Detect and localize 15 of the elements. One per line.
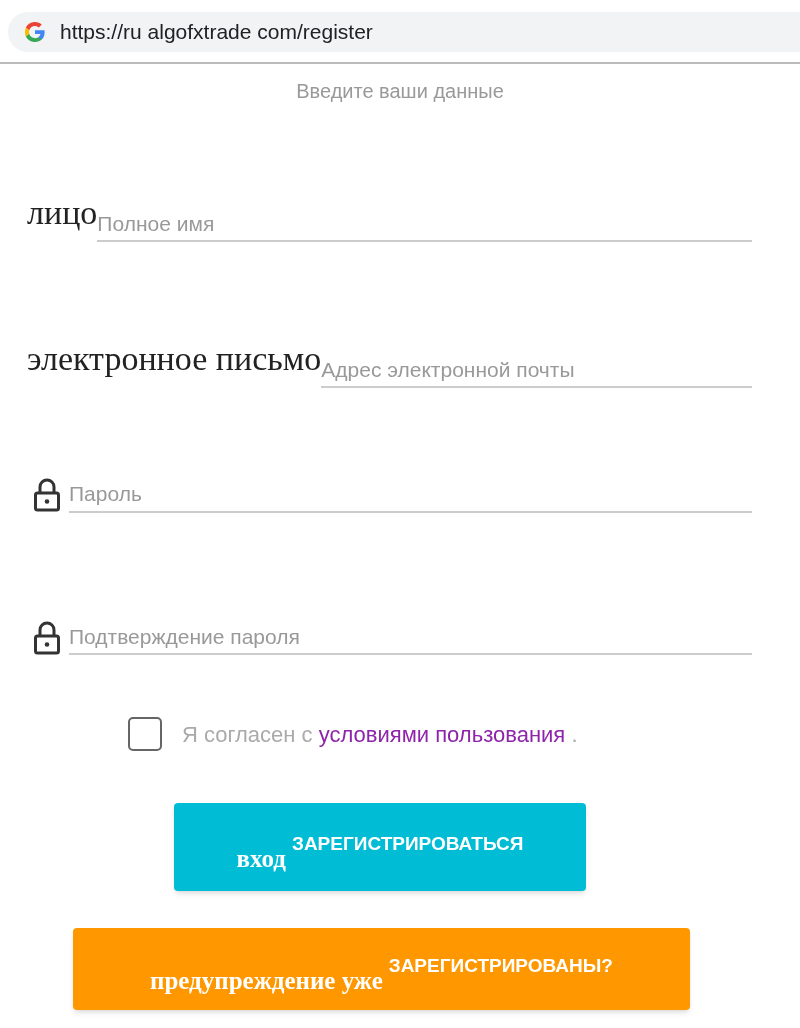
checkbox[interactable] [128,717,162,751]
google-icon [24,21,46,43]
field-label: электронное письмо [27,342,322,376]
lock-icon [33,620,61,655]
terms-text: Я согласен с условиями пользования . [182,720,578,749]
address-bar[interactable]: https://ru algofxtrade com/register [8,12,800,52]
input-field[interactable]: Полное имя [97,207,752,242]
input-field[interactable]: Адрес электронной почты [321,353,752,388]
subtitle: Введите ваши данные [296,79,504,104]
input-field[interactable]: Пароль [69,478,752,513]
input-field[interactable]: Подтверждение пароля [69,620,752,655]
lock-icon [33,478,61,513]
field-label: лицо [27,196,98,230]
terms-link[interactable]: условиями пользования [318,721,566,747]
url-text: https://ru algofxtrade com/register [60,19,373,46]
